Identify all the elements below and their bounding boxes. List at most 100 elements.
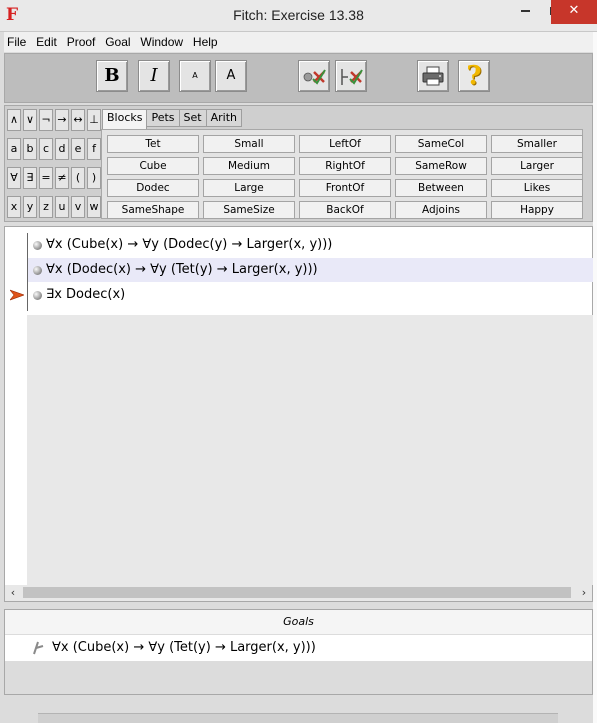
minimize-icon [520, 9, 530, 12]
symbol-key[interactable]: ∃ [23, 167, 37, 189]
symbol-key[interactable]: ⊥ [87, 109, 101, 131]
tab-pets[interactable]: Pets [146, 109, 180, 127]
bold-button[interactable]: B [96, 60, 128, 92]
predicate-button-cube[interactable]: Cube [107, 157, 199, 175]
close-icon: ✕ [568, 3, 580, 18]
goal-turnstile-icon [33, 641, 44, 655]
goal-row[interactable]: ∀x (Cube(x) → ∀y (Tet(y) → Larger(x, y))… [5, 635, 592, 661]
predicate-button-leftof[interactable]: LeftOf [299, 135, 391, 153]
predicate-buttons: Tet Small LeftOf SameCol Smaller Cube Medium Ri… [101, 129, 583, 219]
predicate-button-small[interactable]: Small [203, 135, 295, 153]
symbol-key[interactable]: w [87, 196, 101, 218]
scroll-right-icon[interactable]: › [576, 585, 592, 601]
symbol-key[interactable]: y [23, 196, 37, 218]
proof-line[interactable]: ∀x (Dodec(x) → ∀y (Tet(y) → Larger(x, y)… [28, 258, 593, 282]
predicate-button-larger[interactable]: Larger [491, 157, 583, 175]
scroll-left-icon[interactable]: ‹ [5, 585, 21, 601]
tab-blocks[interactable]: Blocks [102, 109, 148, 130]
premise-bullet-icon [33, 291, 42, 300]
minimize-button[interactable] [510, 0, 540, 24]
menu-edit[interactable]: Edit [33, 32, 60, 52]
symbol-key[interactable]: ↔ [71, 109, 85, 131]
symbol-key[interactable]: a [7, 138, 21, 160]
symbol-key[interactable]: u [55, 196, 69, 218]
symbol-key[interactable]: e [71, 138, 85, 160]
symbol-key[interactable]: ( [71, 167, 85, 189]
close-button[interactable]: ✕ [551, 0, 597, 24]
proof-panel: ∀x (Cube(x) → ∀y (Dodec(y) → Larger(x, y… [4, 226, 593, 602]
menu-window[interactable]: Window [137, 32, 186, 52]
premise-bullet-icon [33, 241, 42, 250]
predicate-button-large[interactable]: Large [203, 179, 295, 197]
symbol-key[interactable]: ≠ [55, 167, 69, 189]
predicate-button-medium[interactable]: Medium [203, 157, 295, 175]
help-button[interactable]: ? [458, 60, 490, 92]
predicate-button-dodec[interactable]: Dodec [107, 179, 199, 197]
proof-line-text: ∃x Dodec(x) [46, 287, 126, 302]
predicate-button-sameshape[interactable]: SameShape [107, 201, 199, 219]
menu-bar: File Edit Proof Goal Window Help [4, 32, 593, 52]
symbol-key[interactable]: c [39, 138, 53, 160]
printer-icon [422, 66, 444, 86]
symbol-key[interactable]: ) [87, 167, 101, 189]
status-strip [38, 713, 558, 723]
window-title: Fitch: Exercise 13.38 [233, 7, 364, 23]
predicate-button-samesize[interactable]: SameSize [203, 201, 295, 219]
predicate-button-samecol[interactable]: SameCol [395, 135, 487, 153]
font-larger-button[interactable]: A [215, 60, 247, 92]
premise-bullet-icon [33, 266, 42, 275]
proof-line-text: ∀x (Dodec(x) → ∀y (Tet(y) → Larger(x, y)… [46, 262, 318, 277]
print-button[interactable] [417, 60, 449, 92]
verify-step-button[interactable] [298, 60, 330, 92]
symbol-key[interactable]: f [87, 138, 101, 160]
symbol-key[interactable]: d [55, 138, 69, 160]
proof-line-text: ∀x (Cube(x) → ∀y (Dodec(y) → Larger(x, y… [46, 237, 333, 252]
symbol-key[interactable]: x [7, 196, 21, 218]
font-smaller-button[interactable]: A [179, 60, 211, 92]
proof-line[interactable]: ∀x (Cube(x) → ∀y (Dodec(y) → Larger(x, y… [28, 233, 593, 257]
symbol-key[interactable]: ∧ [7, 109, 21, 131]
goals-panel: Goals ∀x (Cube(x) → ∀y (Tet(y) → Larger(… [4, 609, 593, 695]
focus-pointer-icon [10, 289, 24, 301]
verify-step-icon [303, 69, 326, 85]
predicate-button-tet[interactable]: Tet [107, 135, 199, 153]
symbol-key[interactable]: = [39, 167, 53, 189]
scrollbar-thumb[interactable] [23, 587, 571, 598]
horizontal-scrollbar[interactable]: ‹ › [5, 585, 592, 601]
symbol-key[interactable]: z [39, 196, 53, 218]
window-edge [593, 32, 597, 723]
symbol-palette: ∧ ∨ ¬ → ↔ ⊥ a b c d e f ∀ ∃ = ≠() x y z u v w Blocks Pets Set Ar… [4, 105, 593, 222]
toolbar: B I A A ? [4, 53, 593, 103]
tab-set[interactable]: Set [178, 109, 207, 127]
predicate-button-between[interactable]: Between [395, 179, 487, 197]
tab-arith[interactable]: Arith [205, 109, 243, 127]
menu-help[interactable]: Help [190, 32, 221, 52]
goals-header: Goals [5, 610, 592, 634]
symbol-key[interactable]: ¬ [39, 109, 53, 131]
proof-empty-area [27, 315, 593, 585]
title-bar: F Fitch: Exercise 13.38 ✕ [0, 0, 597, 32]
predicate-button-adjoins[interactable]: Adjoins [395, 201, 487, 219]
verify-proof-button[interactable] [335, 60, 367, 92]
predicate-button-rightof[interactable]: RightOf [299, 157, 391, 175]
predicate-button-likes[interactable]: Likes [491, 179, 583, 197]
symbol-key[interactable]: → [55, 109, 69, 131]
italic-button[interactable]: I [138, 60, 170, 92]
predicate-button-frontof[interactable]: FrontOf [299, 179, 391, 197]
proof-gutter [5, 227, 27, 587]
symbol-key[interactable]: ∨ [23, 109, 37, 131]
goal-text: ∀x (Cube(x) → ∀y (Tet(y) → Larger(x, y))… [52, 640, 316, 655]
menu-goal[interactable]: Goal [102, 32, 133, 52]
menu-file[interactable]: File [4, 32, 29, 52]
predicate-button-samerow[interactable]: SameRow [395, 157, 487, 175]
symbol-key[interactable]: ∀ [7, 167, 21, 189]
predicate-button-smaller[interactable]: Smaller [491, 135, 583, 153]
proof-line[interactable]: ∃x Dodec(x) [28, 283, 593, 307]
predicate-button-happy[interactable]: Happy [491, 201, 583, 219]
verify-proof-icon [341, 69, 363, 85]
symbol-key[interactable]: v [71, 196, 85, 218]
predicate-tabs: Blocks Pets Set Arith [102, 109, 243, 130]
symbol-key[interactable]: b [23, 138, 37, 160]
predicate-button-backof[interactable]: BackOf [299, 201, 391, 219]
menu-proof[interactable]: Proof [64, 32, 99, 52]
